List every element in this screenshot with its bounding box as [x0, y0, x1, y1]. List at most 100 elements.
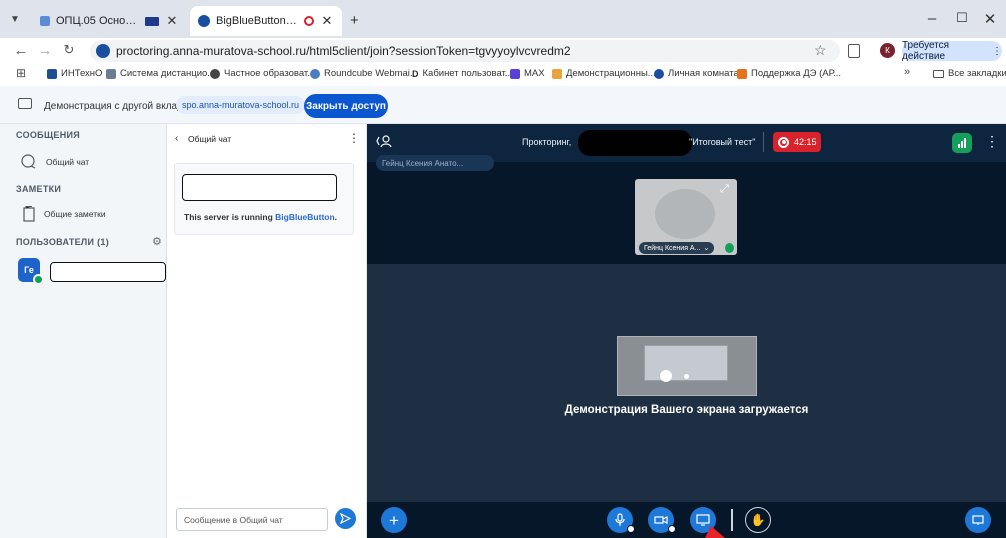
hide-chat-chevron-icon[interactable]: ‹: [175, 133, 178, 144]
bookmark-label: ИНТехнО: [61, 68, 103, 79]
talking-indicator[interactable]: Гейнц Ксения Анато...: [376, 155, 494, 171]
maximize-icon[interactable]: ☐: [950, 10, 974, 26]
bbb-favicon-icon: [198, 15, 210, 27]
bookmark-item[interactable]: Roundcube Webmai...: [310, 68, 418, 79]
chat-title: Общий чат: [188, 134, 232, 144]
tab-opc05[interactable]: ОПЦ.05 Основы докумен ✕: [32, 6, 187, 36]
close-window-icon[interactable]: ✕: [978, 10, 1002, 28]
bookmark-item[interactable]: Демонстрационны...: [552, 68, 656, 79]
tab-title: BigBlueButton - Прокторин: [216, 15, 298, 27]
raise-hand-button[interactable]: ✋: [745, 507, 771, 533]
new-tab-button[interactable]: +: [350, 12, 359, 29]
plus-icon: +: [389, 510, 399, 530]
bookmark-favicon-icon: [510, 68, 520, 79]
cursor-pointer-icon: [703, 526, 727, 538]
bookmark-favicon-icon: [106, 68, 116, 79]
chat-bubble-icon: [21, 154, 36, 169]
presentation-toggle-button[interactable]: [965, 507, 991, 533]
public-chat-item[interactable]: Общий чат: [20, 154, 89, 170]
send-message-button[interactable]: [335, 508, 356, 529]
apps-grid-icon[interactable]: ⊞: [16, 66, 26, 80]
user-status-badge: [33, 274, 44, 285]
bookmark-favicon-icon: [310, 68, 320, 79]
forward-icon[interactable]: →: [36, 42, 54, 59]
camera-icon: [654, 516, 668, 524]
webcam-user-label: Гейнц Ксения А...: [644, 244, 701, 252]
tab-favicon-icon: [40, 16, 50, 26]
mic-options-dot[interactable]: [627, 525, 635, 533]
bookmark-item[interactable]: MAX: [510, 68, 545, 79]
fullscreen-icon[interactable]: ⤢: [720, 183, 729, 196]
extensions-icon[interactable]: [848, 44, 860, 58]
users-header: ПОЛЬЗОВАТЕЛИ (1): [16, 237, 110, 247]
shared-tab-host[interactable]: spo.anna-muratova-school.ru: [176, 96, 306, 114]
server-info-text: This server is running BigBlueButton.: [184, 212, 337, 222]
webcam-user-name: Гейнц Ксения А... ⌄: [639, 242, 715, 254]
chat-options-kebab-icon[interactable]: ⋮: [348, 131, 360, 145]
raise-hand-icon: ✋: [750, 513, 766, 527]
bigbluebutton-link[interactable]: BigBlueButton: [275, 212, 335, 222]
mic-on-indicator-icon: [725, 243, 734, 253]
action-bar: [367, 502, 1006, 538]
bookmark-favicon-icon: [737, 68, 747, 79]
back-icon[interactable]: ←: [12, 42, 30, 59]
url-text[interactable]: proctoring.anna-muratova-school.ru/html5…: [116, 44, 571, 58]
bookmark-item[interactable]: Система дистанцио...: [106, 68, 215, 79]
shared-notes-item[interactable]: Общие заметки: [22, 206, 106, 222]
recording-button[interactable]: 42:15: [773, 132, 821, 152]
options-kebab-icon[interactable]: ⋮: [985, 133, 999, 150]
profile-avatar[interactable]: К: [880, 43, 895, 58]
all-bookmarks-button[interactable]: Все закладки: [933, 68, 1006, 79]
bookmark-favicon-icon: D: [412, 68, 419, 79]
action-bar-divider: [731, 509, 733, 531]
room-title-prefix: Прокторинг,: [522, 137, 572, 147]
bookmark-label: Поддержка ДЭ (АР...: [751, 68, 842, 79]
recording-tab-icon: [304, 16, 314, 26]
notes-header: ЗАМЕТКИ: [16, 184, 62, 194]
bookmark-item[interactable]: D Кабинет пользоват...: [412, 68, 513, 79]
bookmark-item[interactable]: Поддержка ДЭ (АР...: [737, 68, 841, 79]
screen-share-icon: [18, 98, 32, 109]
connection-status-icon[interactable]: [952, 133, 972, 153]
chevron-down-icon[interactable]: ⌄: [703, 244, 709, 252]
users-settings-gear-icon[interactable]: ⚙: [152, 235, 162, 248]
bookmark-label: Кабинет пользоват...: [422, 68, 513, 79]
bookmark-label: Roundcube Webmai...: [324, 68, 418, 79]
toggle-user-list-icon[interactable]: [376, 134, 392, 148]
screen-share-indicator-icon: [145, 16, 159, 26]
notes-icon: [23, 206, 35, 222]
bookmark-label: Личная комната: [668, 68, 739, 79]
minimize-icon[interactable]: –: [920, 10, 944, 27]
close-tab-icon[interactable]: ✕: [165, 13, 179, 29]
bookmark-favicon-icon: [210, 68, 220, 79]
more-bookmarks-icon[interactable]: »: [904, 66, 910, 78]
camera-options-dot[interactable]: [668, 525, 676, 533]
messages-header: СООБЩЕНИЯ: [16, 130, 81, 140]
site-info-icon[interactable]: [96, 44, 110, 58]
public-chat-label: Общий чат: [46, 157, 90, 167]
kebab-menu-icon: ⋮: [992, 45, 1002, 57]
shared-notes-label: Общие заметки: [44, 209, 106, 219]
actions-plus-button[interactable]: +: [381, 507, 407, 533]
bookmark-star-icon[interactable]: ☆: [814, 42, 827, 59]
action-required-label: Требуется действие: [902, 40, 950, 62]
server-suffix: .: [334, 212, 338, 222]
header-divider: [763, 132, 764, 152]
bookmark-label: Система дистанцио...: [120, 68, 216, 79]
bookmark-item[interactable]: ИНТехнО: [47, 68, 102, 79]
screen-share-icon: [696, 514, 710, 526]
chat-message-input[interactable]: Сообщение в Общий чат: [176, 508, 328, 531]
close-tab-icon[interactable]: ✕: [320, 13, 334, 29]
reload-icon[interactable]: ↻: [60, 42, 78, 58]
tab-search-chevron-icon[interactable]: ▼: [10, 14, 20, 25]
share-bar-text: Демонстрация с другой вкладки:: [44, 101, 196, 112]
bookmark-item[interactable]: Личная комната: [654, 68, 739, 79]
bookmark-item[interactable]: Частное образоват...: [210, 68, 315, 79]
redacted-room-name: [578, 130, 692, 156]
action-required-button[interactable]: Требуется действие ⋮: [902, 40, 1002, 62]
all-bookmarks-label: Все закладки: [948, 68, 1006, 79]
bookmark-favicon-icon: [654, 68, 664, 79]
tab-bigbluebutton[interactable]: BigBlueButton - Прокторин ✕: [190, 6, 342, 36]
stop-sharing-button[interactable]: Закрыть доступ: [304, 94, 388, 118]
bookmark-label: Демонстрационны...: [566, 68, 656, 79]
